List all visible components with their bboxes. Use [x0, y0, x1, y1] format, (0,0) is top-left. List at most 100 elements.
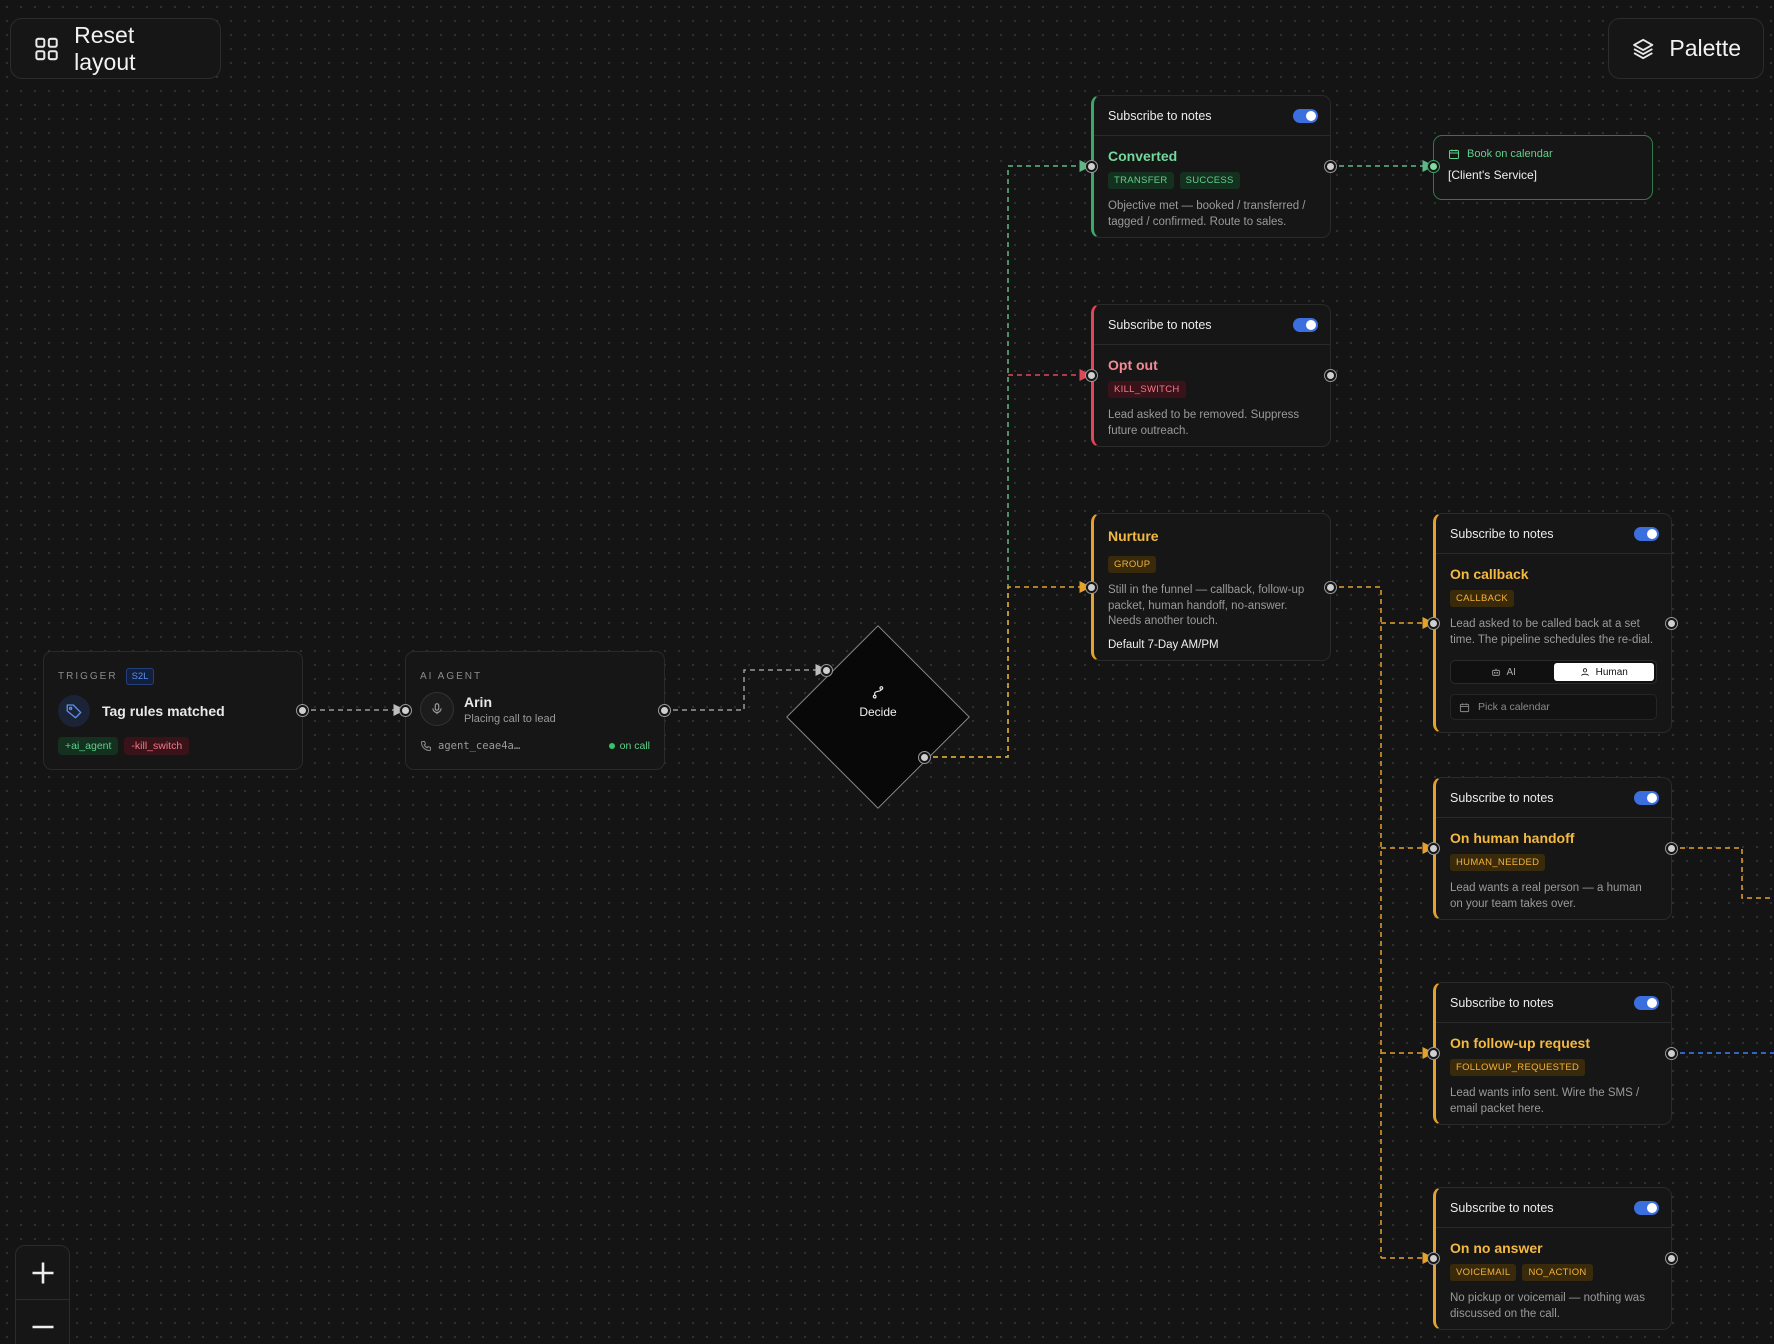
handoff-output-port[interactable]: [1665, 842, 1677, 854]
subscribe-notes-toggle[interactable]: [1634, 995, 1659, 1010]
segment-ai[interactable]: AI: [1453, 663, 1554, 681]
card-title: Nurture: [1108, 528, 1159, 544]
tag-icon: [58, 695, 90, 727]
optout-output-port[interactable]: [1324, 369, 1336, 381]
segment-human[interactable]: Human: [1553, 663, 1654, 681]
agent-input-port[interactable]: [399, 704, 411, 716]
nurture-followup-card[interactable]: Subscribe to notes On follow-up request …: [1433, 982, 1672, 1125]
calendar-action-label: Book on calendar: [1467, 148, 1553, 160]
nurture-output-port[interactable]: [1324, 581, 1336, 593]
calendar-action-value: [Client's Service]: [1448, 168, 1537, 182]
card-description: Objective met — booked / transferred / t…: [1108, 200, 1306, 228]
decide-input-port[interactable]: [820, 664, 832, 676]
calendar-icon: [1459, 702, 1470, 712]
badge-voicemail: VOICEMAIL: [1450, 1264, 1517, 1281]
agent-output-port[interactable]: [658, 704, 670, 716]
calendar-icon: [1449, 149, 1459, 159]
card-description: Still in the funnel — callback, follow-u…: [1108, 584, 1305, 627]
plus-icon: [32, 1262, 53, 1283]
decide-label-group: Decide: [818, 684, 938, 719]
wire-handoff-out: [1671, 847, 1774, 899]
zoom-controls: [15, 1245, 70, 1344]
phone-icon: [420, 741, 431, 752]
subscribe-notes-label: Subscribe to notes: [1108, 317, 1212, 332]
card-title: Converted: [1108, 148, 1178, 164]
wire-nurture-children: [1330, 586, 1382, 1258]
badge-no-action: NO_ACTION: [1522, 1264, 1593, 1281]
card-description: No pickup or voicemail — nothing was dis…: [1450, 1292, 1645, 1320]
converted-output-port[interactable]: [1324, 160, 1336, 172]
agent-status-text: Placing call to lead: [464, 712, 556, 725]
outcome-nurture-card[interactable]: Nurture GROUP Still in the funnel — call…: [1091, 513, 1331, 661]
tag-pill-kill-switch: -kill_switch: [124, 737, 190, 755]
subscribe-notes-toggle[interactable]: [1293, 317, 1318, 332]
subscribe-notes-toggle[interactable]: [1293, 108, 1318, 123]
converted-input-port[interactable]: [1085, 160, 1097, 172]
card-description: Lead asked to be called back at a set ti…: [1450, 618, 1654, 646]
zoom-out-button[interactable]: [16, 1300, 69, 1344]
palette-button[interactable]: Palette: [1608, 18, 1764, 79]
trigger-output-port[interactable]: [296, 704, 308, 716]
status-dot-icon: [608, 743, 615, 749]
subscribe-notes-toggle[interactable]: [1634, 790, 1659, 805]
ai-agent-node[interactable]: AI AGENT Arin Placing call to lead agent…: [405, 651, 665, 770]
callback-output-port[interactable]: [1665, 617, 1677, 629]
agent-state: on call: [619, 740, 650, 752]
subscribe-notes-toggle[interactable]: [1634, 1200, 1659, 1215]
palette-label: Palette: [1669, 35, 1741, 61]
nurture-handoff-card[interactable]: Subscribe to notes On human handoff HUMA…: [1433, 777, 1672, 920]
card-title: On follow-up request: [1450, 1035, 1590, 1051]
subscribe-notes-label: Subscribe to notes: [1450, 526, 1554, 541]
zoom-in-button[interactable]: [16, 1246, 69, 1300]
pick-calendar-select[interactable]: Pick a calendar: [1450, 694, 1657, 720]
outcome-optout-card[interactable]: Subscribe to notes Opt out KILL_SWITCH L…: [1091, 304, 1331, 447]
tag-pill-ai-agent: +ai_agent: [58, 737, 119, 755]
calendar-input-port[interactable]: [1427, 160, 1439, 172]
ai-human-segmented-control: AI Human: [1450, 660, 1657, 684]
trigger-kicker: TRIGGER: [58, 671, 118, 682]
subscribe-notes-label: Subscribe to notes: [1450, 995, 1554, 1010]
badge-success: SUCCESS: [1179, 172, 1240, 189]
reset-layout-button[interactable]: Reset layout: [10, 18, 221, 79]
badge-callback: CALLBACK: [1450, 590, 1515, 607]
badge-followup-requested: FOLLOWUP_REQUESTED: [1450, 1059, 1586, 1076]
noanswer-output-port[interactable]: [1665, 1252, 1677, 1264]
followup-input-port[interactable]: [1427, 1047, 1439, 1059]
nurture-input-port[interactable]: [1085, 581, 1097, 593]
card-title: On no answer: [1450, 1240, 1543, 1256]
badge-transfer: TRANSFER: [1108, 172, 1174, 189]
layers-icon: [1633, 38, 1654, 59]
card-description: Lead asked to be removed. Suppress futur…: [1108, 409, 1300, 437]
outcome-converted-card[interactable]: Subscribe to notes Converted TRANSFER SU…: [1091, 95, 1331, 238]
robot-icon: [1491, 668, 1500, 676]
s2l-badge: S2L: [125, 668, 155, 685]
trigger-node[interactable]: TRIGGER S2L Tag rules matched +ai_agent …: [43, 651, 303, 770]
card-title: On human handoff: [1450, 830, 1575, 846]
microphone-icon: [420, 692, 454, 726]
nurture-callback-card[interactable]: Subscribe to notes On callback CALLBACK …: [1433, 513, 1672, 733]
noanswer-input-port[interactable]: [1427, 1252, 1439, 1264]
book-calendar-node[interactable]: Book on calendar [Client's Service]: [1433, 135, 1653, 200]
person-icon: [1580, 668, 1589, 676]
badge-group: GROUP: [1108, 556, 1157, 573]
grid-icon: [35, 37, 58, 60]
card-title: Opt out: [1108, 357, 1158, 373]
card-title: On callback: [1450, 566, 1529, 582]
subscribe-notes-toggle[interactable]: [1634, 526, 1659, 541]
badge-human-needed: HUMAN_NEEDED: [1450, 854, 1546, 871]
decide-label: Decide: [859, 705, 897, 719]
card-description: Lead wants a real person — a human on yo…: [1450, 882, 1642, 910]
badge-kill-switch: KILL_SWITCH: [1108, 381, 1186, 398]
nurture-noanswer-card[interactable]: Subscribe to notes On no answer VOICEMAI…: [1433, 1187, 1672, 1330]
callback-input-port[interactable]: [1427, 617, 1439, 629]
subscribe-notes-label: Subscribe to notes: [1108, 108, 1212, 123]
handoff-input-port[interactable]: [1427, 842, 1439, 854]
reset-layout-label: Reset layout: [74, 21, 136, 75]
card-description: Lead wants info sent. Wire the SMS / ema…: [1450, 1087, 1640, 1115]
nurture-default-schedule: Default 7-Day AM/PM: [1108, 638, 1219, 651]
followup-output-port[interactable]: [1665, 1047, 1677, 1059]
optout-input-port[interactable]: [1085, 369, 1097, 381]
decide-output-port[interactable]: [918, 751, 930, 763]
segment-human-label: Human: [1595, 666, 1628, 678]
trigger-title: Tag rules matched: [102, 703, 225, 719]
